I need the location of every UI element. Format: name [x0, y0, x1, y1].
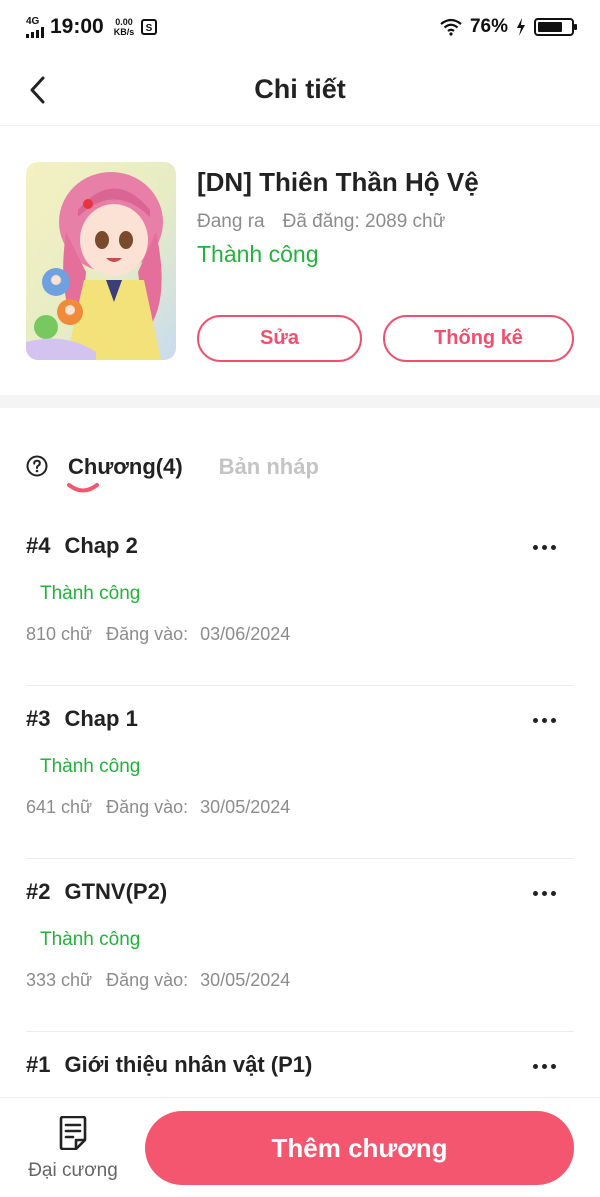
stats-button[interactable]: Thống kê	[383, 315, 574, 362]
posted-label: Đăng vào:	[106, 797, 189, 817]
add-chapter-button[interactable]: Thêm chương	[145, 1111, 574, 1185]
chapter-number: #1	[26, 1052, 51, 1077]
chapter-meta: 810 chữ Đăng vào: 03/06/2024	[26, 624, 290, 645]
chapter-status: Thành công	[40, 756, 141, 777]
status-time: 19:00	[50, 15, 104, 38]
chapter-number: #4	[26, 533, 51, 558]
wifi-icon	[440, 18, 462, 36]
chapter-title: Chap 2	[64, 533, 138, 558]
document-icon	[59, 1116, 87, 1150]
signal-icon: 4G	[26, 16, 44, 38]
story-cover-image[interactable]	[26, 162, 176, 360]
svg-text:S: S	[146, 23, 153, 34]
chapter-word-count: 810 chữ	[26, 624, 93, 644]
story-meta: Đang ra Đã đăng: 2089 chữ	[197, 211, 445, 233]
chapter-word-count: 333 chữ	[26, 970, 93, 990]
chapter-status: Thành công	[40, 583, 141, 604]
edit-button[interactable]: Sửa	[197, 315, 362, 362]
chapter-title: GTNV(P2)	[64, 879, 168, 904]
chapter-meta: 333 chữ Đăng vào: 30/05/2024	[26, 970, 290, 991]
posted-label: Đăng vào:	[106, 624, 189, 644]
more-options-button[interactable]	[524, 706, 564, 734]
chapter-word-count: 641 chữ	[26, 797, 93, 817]
chapter-number: #2	[26, 879, 51, 904]
back-button[interactable]	[20, 72, 56, 108]
section-divider	[0, 395, 600, 408]
active-tab-indicator	[67, 483, 99, 493]
chapter-list: #4 Chap 2 Thành công 810 chữ Đăng vào: 03/0…	[0, 513, 600, 1197]
story-status: Thành công	[197, 241, 319, 267]
tab-bar: Chương(4) Bản nháp	[26, 438, 319, 498]
chevron-left-icon	[30, 76, 45, 104]
chapter-title: Giới thiệu nhân vật (P1)	[64, 1052, 313, 1077]
story-word-count: Đã đăng: 2089 chữ	[282, 211, 446, 232]
charging-icon	[517, 18, 525, 36]
chapter-date: 30/05/2024	[200, 970, 291, 990]
outline-label: Đại cương	[28, 1160, 118, 1181]
chapter-item[interactable]: #2 GTNV(P2) Thành công 333 chữ Đăng vào: 30…	[26, 859, 574, 1032]
status-bar: 4G 19:00 0.00 KB/s S 76%	[0, 0, 600, 54]
header: Chi tiết	[0, 54, 600, 126]
chapter-item[interactable]: #4 Chap 2 Thành công 810 chữ Đăng vào: 03/0…	[26, 513, 574, 686]
screenshot-icon: S	[141, 19, 158, 35]
more-options-button[interactable]	[524, 1052, 564, 1080]
battery-icon	[534, 18, 577, 36]
story-state: Đang ra	[197, 211, 265, 232]
network-speed: 0.00 KB/s	[113, 17, 135, 37]
more-options-button[interactable]	[524, 879, 564, 907]
help-icon[interactable]	[26, 455, 48, 477]
chapter-date: 03/06/2024	[200, 624, 291, 644]
posted-label: Đăng vào:	[106, 970, 189, 990]
chapter-item[interactable]: #3 Chap 1 Thành công 641 chữ Đăng vào: 30/0…	[26, 686, 574, 859]
tab-drafts[interactable]: Bản nháp	[219, 438, 319, 480]
bottom-bar: Đại cương Thêm chương	[0, 1097, 600, 1197]
outline-button[interactable]: Đại cương	[18, 1114, 128, 1186]
tab-chapters[interactable]: Chương(4)	[68, 438, 183, 480]
chapter-meta: 641 chữ Đăng vào: 30/05/2024	[26, 797, 290, 818]
chapter-number: #3	[26, 706, 51, 731]
story-info: [DN] Thiên Thần Hộ Vệ Đang ra Đã đăng: 20…	[0, 127, 600, 395]
chapter-status: Thành công	[40, 929, 141, 950]
more-options-button[interactable]	[524, 533, 564, 561]
chapter-title: Chap 1	[64, 706, 138, 731]
page-title: Chi tiết	[254, 74, 346, 104]
chapter-date: 30/05/2024	[200, 797, 291, 817]
battery-percent: 76%	[469, 16, 508, 37]
story-title: [DN] Thiên Thần Hộ Vệ	[197, 167, 479, 197]
